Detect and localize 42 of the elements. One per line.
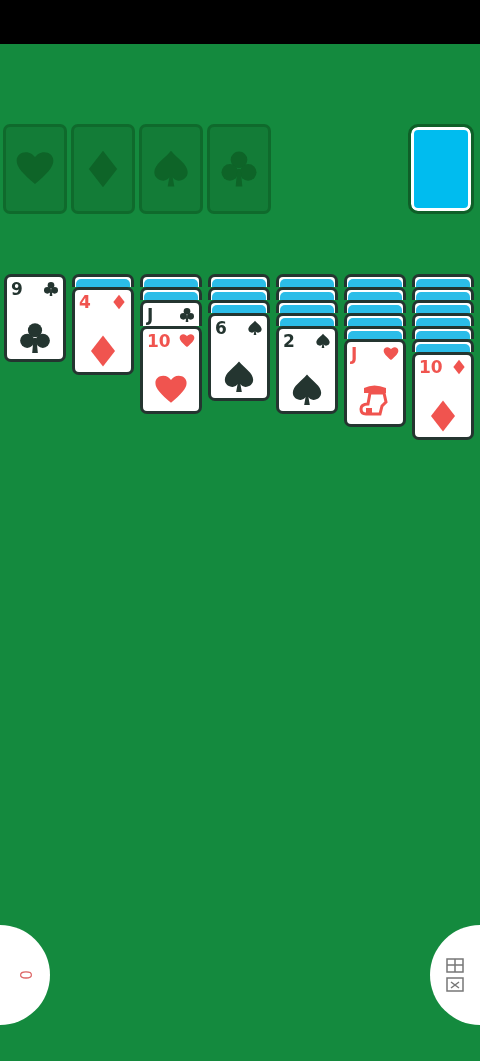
playing-card[interactable]: 2	[276, 326, 338, 414]
card-rank: 6	[215, 318, 227, 338]
playing-card[interactable]: 10	[140, 326, 202, 414]
playing-card[interactable]: 9	[4, 274, 66, 362]
face-down-card[interactable]	[276, 274, 338, 287]
club-icon	[18, 321, 52, 355]
spade-icon	[222, 360, 256, 394]
face-down-card[interactable]	[344, 274, 406, 287]
playing-card[interactable]: 10	[412, 352, 474, 440]
face-down-card[interactable]	[72, 274, 134, 287]
face-down-card[interactable]	[344, 287, 406, 300]
face-down-card[interactable]	[276, 300, 338, 313]
card-rank: 9	[11, 279, 23, 299]
face-down-card[interactable]	[344, 313, 406, 326]
face-down-card[interactable]	[344, 300, 406, 313]
card-rank: 10	[147, 331, 171, 351]
playing-card[interactable]: J	[140, 300, 202, 326]
spade-icon	[290, 373, 324, 407]
grid-icon	[444, 955, 466, 995]
face-down-card[interactable]	[412, 326, 474, 339]
card-rank: 4	[79, 292, 91, 312]
face-down-card[interactable]	[140, 274, 202, 287]
playing-card[interactable]: 4	[72, 287, 134, 375]
card-rank: 10	[419, 357, 443, 377]
face-down-card[interactable]	[276, 313, 338, 326]
face-down-card[interactable]	[412, 300, 474, 313]
face-down-card[interactable]	[412, 313, 474, 326]
face-down-card[interactable]	[208, 300, 270, 313]
face-down-card[interactable]	[208, 274, 270, 287]
face-down-card[interactable]	[208, 287, 270, 300]
playing-card[interactable]: J	[344, 339, 406, 427]
round-button[interactable]: 0	[0, 925, 50, 1025]
face-down-card[interactable]	[344, 326, 406, 339]
playing-card[interactable]: 6	[208, 313, 270, 401]
face-down-card[interactable]	[412, 339, 474, 352]
card-rank: 2	[283, 331, 295, 351]
face-down-card[interactable]	[276, 287, 338, 300]
face-down-card[interactable]	[140, 287, 202, 300]
card-rank: J	[351, 344, 358, 364]
face-down-card[interactable]	[412, 274, 474, 287]
card-rank: J	[147, 305, 154, 325]
face-down-card[interactable]	[412, 287, 474, 300]
